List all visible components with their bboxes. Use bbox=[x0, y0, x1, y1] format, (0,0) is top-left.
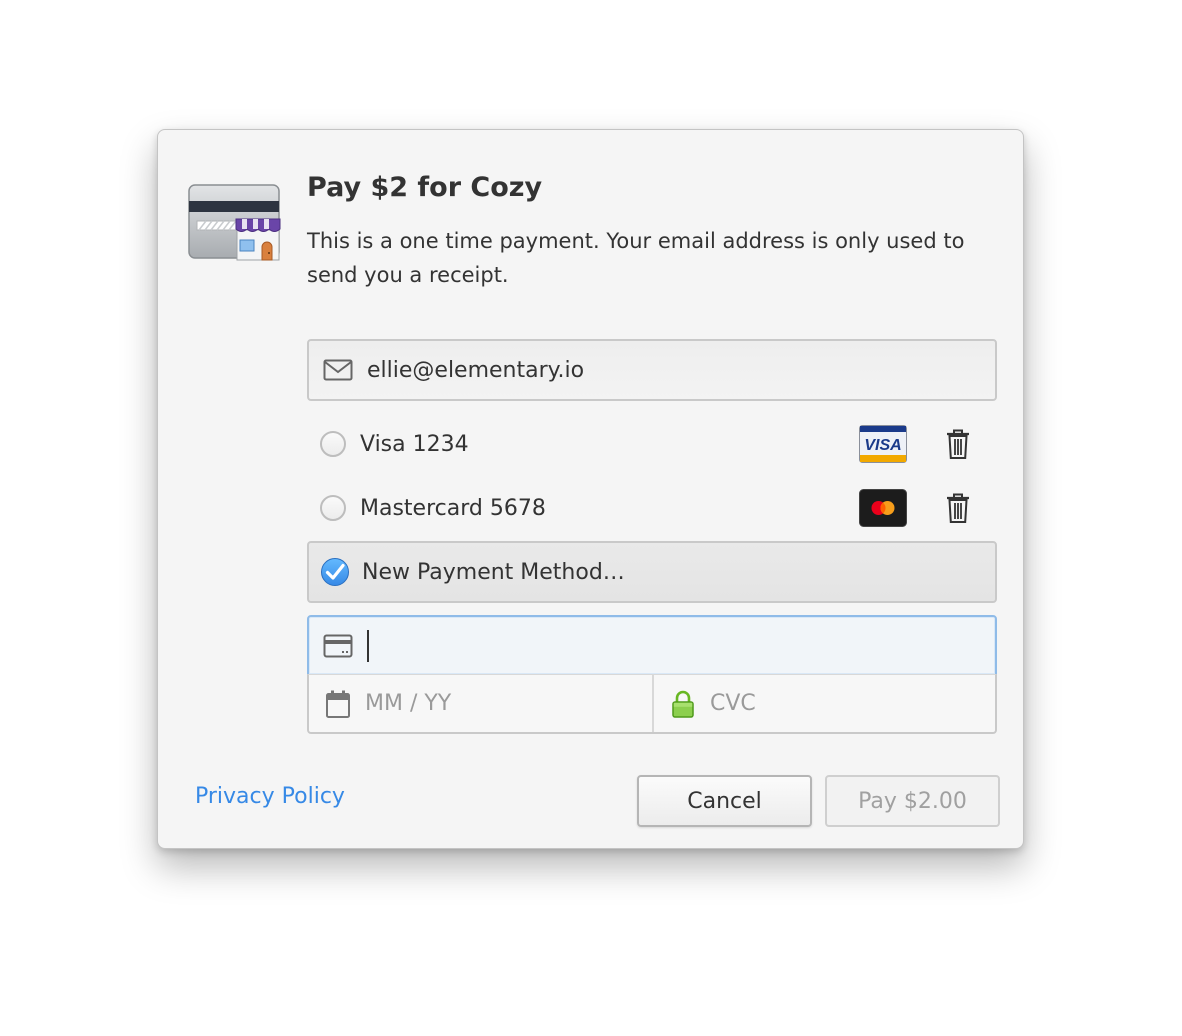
lock-icon bbox=[672, 690, 694, 718]
email-value: ellie@elementary.io bbox=[367, 357, 585, 383]
visa-label: Visa 1234 bbox=[360, 431, 469, 457]
dialog-description: This is a one time payment. Your email a… bbox=[307, 229, 965, 287]
card-number-input[interactable] bbox=[307, 615, 997, 676]
svg-text:VISA: VISA bbox=[864, 437, 901, 454]
mastercard-radio[interactable] bbox=[320, 495, 346, 521]
payment-method-new[interactable]: New Payment Method… bbox=[307, 541, 997, 603]
store-card-icon bbox=[188, 184, 281, 261]
text-cursor bbox=[367, 629, 369, 662]
payment-dialog: Pay $2 for Cozy This is a one time payme… bbox=[157, 129, 1024, 849]
payment-method-visa[interactable]: Visa 1234 VISA bbox=[307, 413, 997, 475]
dialog-title: Pay $2 for Cozy bbox=[307, 172, 543, 203]
payment-method-mastercard[interactable]: Mastercard 5678 bbox=[307, 477, 997, 539]
card-details-form: MM / YY CVC bbox=[307, 615, 997, 734]
privacy-policy-link[interactable]: Privacy Policy bbox=[195, 784, 345, 809]
cancel-button[interactable]: Cancel bbox=[637, 775, 812, 827]
new-payment-radio-checked-icon[interactable] bbox=[320, 557, 350, 587]
credit-card-icon bbox=[323, 634, 353, 657]
cvc-input[interactable]: CVC bbox=[652, 675, 995, 732]
new-payment-label: New Payment Method… bbox=[362, 559, 625, 585]
mastercard-label: Mastercard 5678 bbox=[360, 495, 546, 521]
mastercard-card-icon bbox=[859, 489, 907, 527]
expiry-input[interactable]: MM / YY bbox=[309, 675, 652, 732]
visa-card-icon: VISA bbox=[859, 425, 907, 463]
mail-icon bbox=[323, 359, 353, 381]
cvc-placeholder: CVC bbox=[710, 691, 756, 716]
pay-button[interactable]: Pay $2.00 bbox=[825, 775, 1000, 827]
calendar-icon bbox=[326, 690, 350, 718]
expiry-placeholder: MM / YY bbox=[365, 691, 452, 716]
visa-radio[interactable] bbox=[320, 431, 346, 457]
card-expiry-cvc-row: MM / YY CVC bbox=[307, 674, 997, 734]
delete-visa-icon[interactable] bbox=[945, 428, 971, 460]
delete-mastercard-icon[interactable] bbox=[945, 492, 971, 524]
email-field[interactable]: ellie@elementary.io bbox=[307, 339, 997, 401]
